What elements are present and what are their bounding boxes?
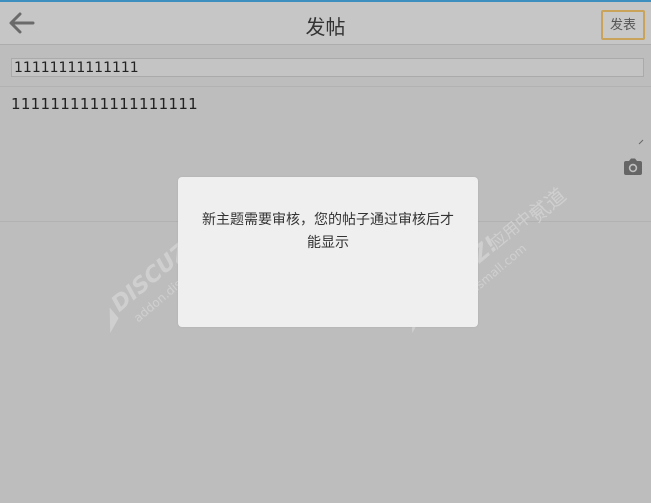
camera-button[interactable]	[622, 157, 644, 177]
header-bar: 发帖 发表	[0, 0, 651, 45]
subject-row	[0, 45, 651, 87]
page-title: 发帖	[305, 15, 346, 39]
dialog-message: 新主题需要审核，您的帖子通过审核后才能显示	[202, 212, 454, 251]
back-arrow-icon	[9, 12, 35, 34]
back-button[interactable]	[8, 11, 36, 35]
resize-grip-icon[interactable]	[638, 139, 644, 145]
review-notice-dialog: 新主题需要审核，您的帖子通过审核后才能显示	[178, 177, 478, 327]
camera-icon	[624, 158, 642, 175]
post-editor-page: 发帖 发表 1111111111111111111 DISCUZ! 应用中心 a…	[0, 0, 651, 503]
content-textarea[interactable]: 1111111111111111111	[11, 95, 631, 145]
subject-input[interactable]	[11, 58, 644, 77]
publish-button[interactable]: 发表	[601, 10, 645, 40]
